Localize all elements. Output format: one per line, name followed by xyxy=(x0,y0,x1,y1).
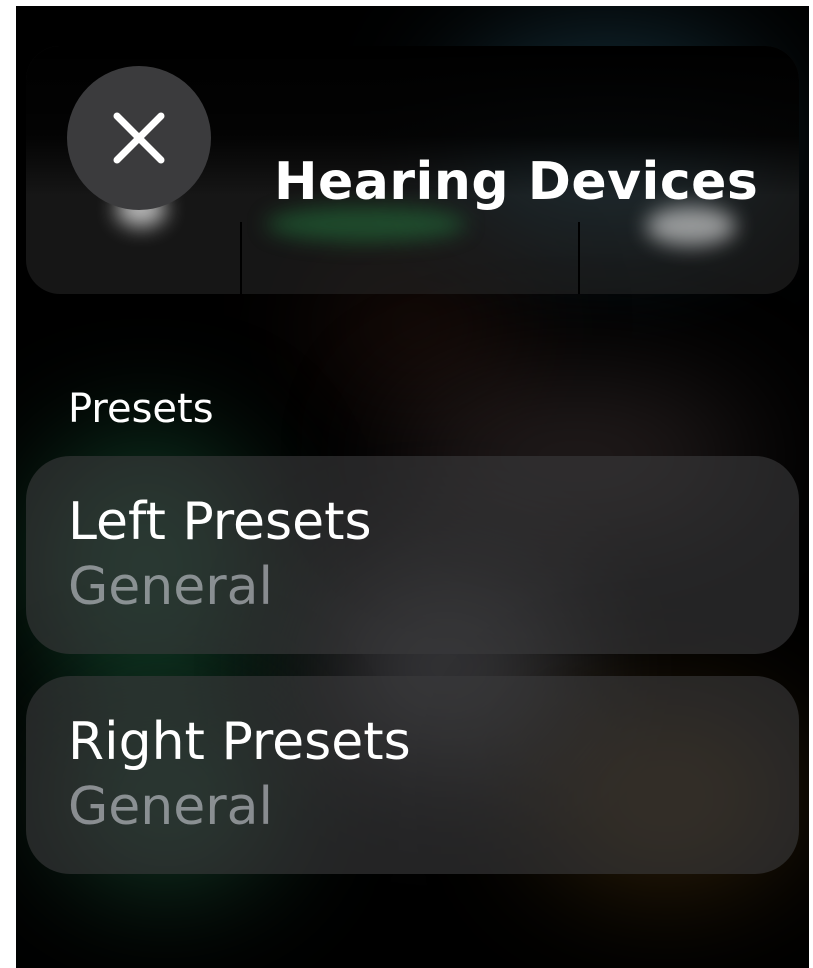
strip-divider xyxy=(240,222,242,294)
control-blur xyxy=(646,206,736,246)
right-presets-label: Right Presets xyxy=(68,712,411,772)
left-presets-row[interactable]: Left Presets General xyxy=(26,456,799,654)
watch-screen: Hearing Devices Presets Left Presets Gen… xyxy=(16,6,809,968)
section-header-presets: Presets xyxy=(68,386,214,432)
page-title: Hearing Devices xyxy=(274,152,759,212)
right-presets-row[interactable]: Right Presets General xyxy=(26,676,799,874)
left-presets-value: General xyxy=(68,557,273,617)
strip-divider xyxy=(578,222,580,294)
left-presets-label: Left Presets xyxy=(68,492,372,552)
right-presets-value: General xyxy=(68,777,273,837)
close-icon xyxy=(113,112,165,164)
close-button[interactable] xyxy=(67,66,211,210)
